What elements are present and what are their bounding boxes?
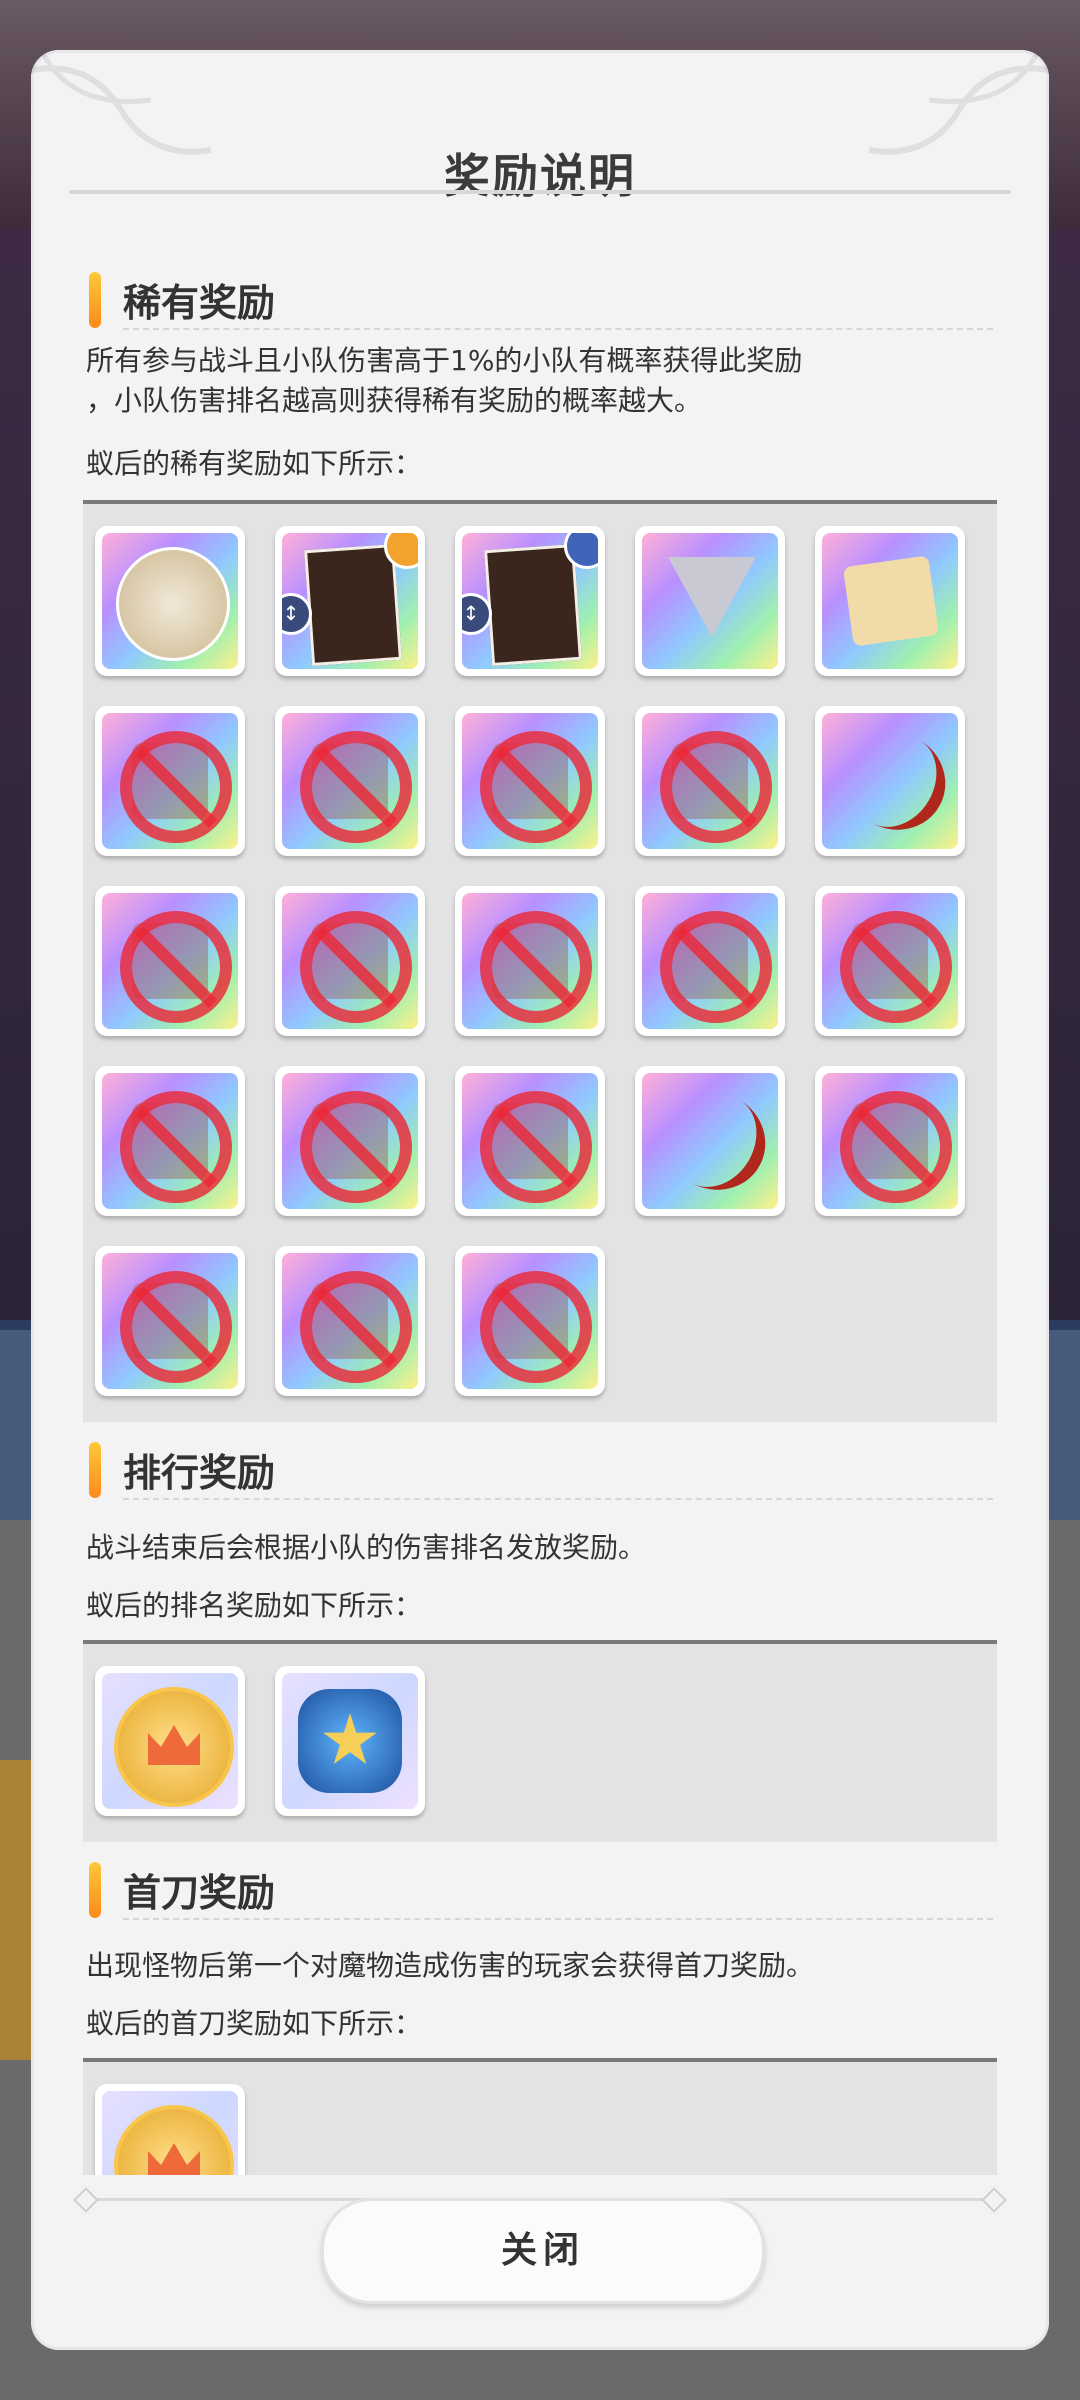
section-header-rank: 排行奖励 bbox=[83, 1432, 1003, 1502]
reward-item[interactable] bbox=[635, 886, 785, 1036]
rank-description: 战斗结束后会根据小队的伤害排名发放奖励。 bbox=[86, 1531, 647, 1564]
reward-item[interactable] bbox=[815, 706, 965, 856]
character-card-moon-icon: ↕ bbox=[462, 533, 598, 669]
first-description: 出现怪物后第一个对魔物造成伤害的玩家会获得首刀奖励。 bbox=[86, 1949, 815, 1982]
rare-description-line2: ，小队伤害排名越高则获得稀有奖励的概率越大。 bbox=[86, 384, 703, 417]
rank-list-caption: 蚁后的排名奖励如下所示： bbox=[86, 1589, 423, 1622]
banned-shield-icon bbox=[462, 1073, 598, 1209]
character-card-sun-icon: ↕ bbox=[282, 533, 418, 669]
banned-book-icon bbox=[282, 893, 418, 1029]
reward-item[interactable] bbox=[95, 886, 245, 1036]
reward-item[interactable] bbox=[455, 886, 605, 1036]
section-title: 稀有奖励 bbox=[123, 281, 276, 325]
reward-info-dialog: 奖励说明 稀有奖励 所有参与战斗且小队伤害高于1%的小队有概率获得此奖励 ，小队… bbox=[31, 50, 1049, 2350]
reward-item[interactable] bbox=[95, 2084, 245, 2175]
rare-description-line1: 所有参与战斗且小队伤害高于1%的小队有概率获得此奖励 bbox=[86, 344, 803, 377]
section-title: 首刀奖励 bbox=[123, 1871, 276, 1915]
reward-item[interactable] bbox=[275, 706, 425, 856]
crystal-triangle-icon bbox=[642, 533, 778, 669]
reward-item[interactable] bbox=[275, 886, 425, 1036]
dialog-title: 奖励说明 bbox=[444, 149, 636, 203]
close-button[interactable]: 关闭 bbox=[321, 2198, 765, 2304]
crown-coin-icon bbox=[102, 2091, 238, 2175]
reward-item[interactable] bbox=[815, 1066, 965, 1216]
bow-icon bbox=[822, 713, 958, 849]
reward-item[interactable] bbox=[635, 526, 785, 676]
banned-shield-icon bbox=[282, 1253, 418, 1389]
reward-item[interactable] bbox=[275, 1066, 425, 1216]
reward-item[interactable] bbox=[455, 1246, 605, 1396]
first-reward-grid bbox=[83, 2058, 997, 2175]
section-header-first: 首刀奖励 bbox=[83, 1852, 1003, 1922]
section-marker bbox=[89, 272, 101, 328]
bow-icon bbox=[642, 1073, 778, 1209]
reward-item[interactable] bbox=[635, 1066, 785, 1216]
banned-armor-icon bbox=[102, 1073, 238, 1209]
banned-staff-icon bbox=[822, 1073, 958, 1209]
section-title: 排行奖励 bbox=[123, 1451, 276, 1495]
reward-item[interactable]: ↕ bbox=[275, 526, 425, 676]
banned-spear-icon bbox=[822, 893, 958, 1029]
reward-item[interactable] bbox=[275, 1666, 425, 1816]
banned-book-icon bbox=[102, 1253, 238, 1389]
banned-gauntlet-icon bbox=[282, 1073, 418, 1209]
section-marker bbox=[89, 1442, 101, 1498]
reward-item[interactable] bbox=[815, 886, 965, 1036]
blue-emblem-icon bbox=[282, 1673, 418, 1809]
reward-item[interactable] bbox=[95, 1246, 245, 1396]
crown-coin-icon bbox=[102, 1673, 238, 1809]
banned-gauntlet-icon bbox=[462, 713, 598, 849]
reward-item[interactable]: ↕ bbox=[455, 526, 605, 676]
first-list-caption: 蚁后的首刀奖励如下所示： bbox=[86, 2007, 423, 2040]
title-divider bbox=[69, 190, 1011, 194]
reward-item[interactable] bbox=[95, 1666, 245, 1816]
reward-scroll-area[interactable]: 稀有奖励 所有参与战斗且小队伤害高于1%的小队有概率获得此奖励 ，小队伤害排名越… bbox=[83, 210, 1003, 2175]
section-divider bbox=[123, 328, 993, 330]
banned-claw-icon bbox=[462, 1253, 598, 1389]
banned-shield-icon bbox=[642, 713, 778, 849]
reward-item[interactable] bbox=[95, 1066, 245, 1216]
reward-item[interactable] bbox=[275, 1246, 425, 1396]
banned-staff-icon bbox=[102, 893, 238, 1029]
banned-claw-icon bbox=[642, 893, 778, 1029]
section-header-rare: 稀有奖励 bbox=[83, 262, 1003, 332]
reward-item[interactable] bbox=[815, 526, 965, 676]
section-divider bbox=[123, 1498, 993, 1500]
rank-reward-grid bbox=[83, 1640, 997, 1842]
banned-armor-icon bbox=[282, 713, 418, 849]
reward-item[interactable] bbox=[635, 706, 785, 856]
reward-item[interactable] bbox=[95, 706, 245, 856]
banned-spear-icon bbox=[102, 713, 238, 849]
banned-shield-icon bbox=[462, 893, 598, 1029]
reward-item[interactable] bbox=[455, 1066, 605, 1216]
reward-item[interactable] bbox=[95, 526, 245, 676]
rare-reward-grid: ↕ ↕ bbox=[83, 500, 997, 1422]
section-marker bbox=[89, 1862, 101, 1918]
treasure-map-icon bbox=[822, 533, 958, 669]
character-portrait-icon bbox=[102, 533, 238, 669]
reward-item[interactable] bbox=[455, 706, 605, 856]
section-divider bbox=[123, 1918, 993, 1920]
rare-list-caption: 蚁后的稀有奖励如下所示： bbox=[86, 447, 423, 480]
